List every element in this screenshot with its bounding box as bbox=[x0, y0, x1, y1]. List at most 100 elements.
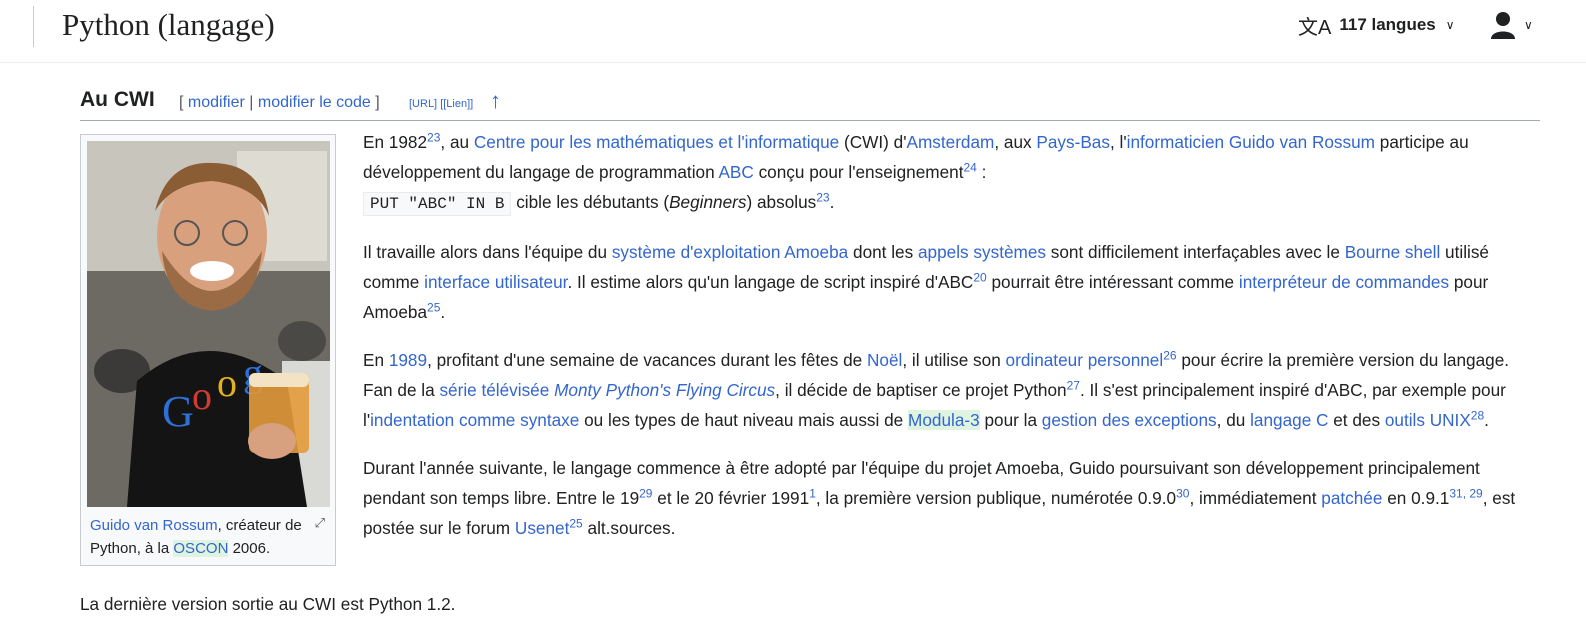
link-exceptions[interactable]: gestion des exceptions bbox=[1042, 410, 1217, 430]
link-langage-c[interactable]: langage C bbox=[1250, 410, 1328, 430]
link-amsterdam[interactable]: Amsterdam bbox=[906, 132, 994, 152]
link-ordinateur[interactable]: ordinateur personnel bbox=[1006, 350, 1164, 370]
text: en 0.9.1 bbox=[1382, 488, 1450, 508]
svg-text:G: G bbox=[162, 387, 194, 436]
text: : bbox=[976, 162, 987, 182]
link-pays-bas[interactable]: Pays-Bas bbox=[1036, 132, 1110, 152]
text: pour la bbox=[979, 410, 1042, 430]
section-heading: Au CWI [ modifier | modifier le code ] [… bbox=[80, 86, 1540, 121]
text: conçu pour l'enseignement bbox=[753, 162, 964, 182]
text: dont les bbox=[848, 242, 918, 262]
text: , aux bbox=[994, 132, 1037, 152]
edit-link[interactable]: modifier bbox=[188, 94, 245, 111]
link-interface-utilisateur[interactable]: interface utilisateur bbox=[424, 272, 567, 292]
ref-link[interactable]: 23 bbox=[427, 130, 440, 144]
ref-link[interactable]: 28 bbox=[1471, 408, 1484, 422]
link-interpreteur[interactable]: interpréteur de commandes bbox=[1239, 272, 1449, 292]
link-guido[interactable]: informaticien Guido van Rossum bbox=[1127, 132, 1375, 152]
mini-links: [URL] [[Lien]] bbox=[409, 98, 473, 110]
link-1989[interactable]: 1989 bbox=[389, 350, 427, 370]
last-paragraph: La dernière version sortie au CWI est Py… bbox=[80, 594, 456, 614]
text: , du bbox=[1216, 410, 1251, 430]
separator: | bbox=[249, 94, 254, 111]
link-appels-systemes[interactable]: appels systèmes bbox=[918, 242, 1046, 262]
ref-link[interactable]: 27 bbox=[1067, 378, 1080, 392]
text: , l' bbox=[1109, 132, 1127, 152]
link-noel[interactable]: Noël bbox=[867, 350, 902, 370]
text: alt.sources. bbox=[582, 518, 676, 538]
text: et le 20 février 1991 bbox=[652, 488, 810, 508]
text: sont difficilement interfaçables avec le bbox=[1046, 242, 1345, 262]
text: ou les types de haut niveau mais aussi d… bbox=[579, 410, 909, 430]
caption-link-guido[interactable]: Guido van Rossum bbox=[90, 517, 218, 534]
text: , la première version publique, numéroté… bbox=[815, 488, 1177, 508]
text: . Il estime alors qu'un langage de scrip… bbox=[567, 272, 974, 292]
svg-text:o: o bbox=[192, 373, 212, 418]
caption-text-end: 2006. bbox=[228, 540, 271, 557]
user-icon bbox=[1491, 12, 1515, 39]
lien-link[interactable]: [[Lien]] bbox=[440, 98, 473, 110]
text: . bbox=[829, 192, 835, 212]
text: . bbox=[1484, 410, 1489, 430]
section-title: Au CWI bbox=[80, 88, 155, 111]
text: pourrait être intéressant comme bbox=[986, 272, 1239, 292]
ref-link[interactable]: 31, 29 bbox=[1449, 486, 1482, 500]
text: , il utilise son bbox=[902, 350, 1006, 370]
chevron-down-icon: ∨ bbox=[1524, 18, 1533, 32]
text: En 1982 bbox=[363, 132, 428, 152]
link-monty-python[interactable]: Monty Python's Flying Circus bbox=[554, 380, 775, 400]
paragraph-1: En 198223, au Centre pour les mathématiq… bbox=[363, 127, 1538, 219]
text: En bbox=[363, 350, 389, 370]
link-unix[interactable]: outils UNIX bbox=[1385, 410, 1471, 430]
paragraph-3: En 1989, profitant d'une semaine de vaca… bbox=[363, 345, 1538, 435]
link-bourne-shell[interactable]: Bourne shell bbox=[1345, 242, 1441, 262]
text: , profitant d'une semaine de vacances du… bbox=[427, 350, 867, 370]
bracket-open: [ bbox=[179, 94, 184, 111]
languages-button[interactable]: 文A 117 langues ∨ bbox=[1298, 10, 1455, 40]
ref-link[interactable]: 25 bbox=[569, 516, 582, 530]
section-content: En 198223, au Centre pour les mathématiq… bbox=[363, 127, 1538, 561]
caption-link-oscon[interactable]: OSCON bbox=[173, 540, 229, 557]
url-link[interactable]: [URL] bbox=[409, 98, 437, 110]
ref-link[interactable]: 25 bbox=[427, 300, 440, 314]
up-arrow-link[interactable]: ↑ bbox=[490, 88, 501, 114]
link-serie[interactable]: série télévisée bbox=[439, 380, 549, 400]
ref-link[interactable]: 1 bbox=[809, 486, 816, 500]
user-menu-button[interactable]: ∨ bbox=[1490, 10, 1533, 40]
link-usenet[interactable]: Usenet bbox=[515, 518, 569, 538]
text: ) absolus bbox=[746, 192, 817, 212]
code-snippet: PUT "ABC" IN B bbox=[363, 192, 512, 216]
ref-link[interactable]: 26 bbox=[1163, 348, 1176, 362]
ref-link[interactable]: 29 bbox=[639, 486, 652, 500]
edit-code-link[interactable]: modifier le code bbox=[258, 94, 371, 111]
text: , il décide de baptiser ce projet Python bbox=[775, 380, 1067, 400]
link-modula-3[interactable]: Modula-3 bbox=[908, 410, 980, 430]
page-title: Python (langage) bbox=[62, 7, 275, 42]
link-cwi[interactable]: Centre pour les mathématiques et l'infor… bbox=[474, 132, 839, 152]
figure-caption: Guido van Rossum, créateur de Python, à … bbox=[90, 514, 330, 560]
ref-link[interactable]: 24 bbox=[963, 160, 976, 174]
text: Il travaille alors dans l'équipe du bbox=[363, 242, 612, 262]
text: . bbox=[440, 302, 446, 322]
svg-text:o: o bbox=[217, 360, 237, 405]
text: et des bbox=[1328, 410, 1385, 430]
emphasis: Beginners bbox=[669, 192, 747, 212]
text: (CWI) d' bbox=[839, 132, 907, 152]
link-patchee[interactable]: patchée bbox=[1321, 488, 1382, 508]
link-abc[interactable]: ABC bbox=[718, 162, 753, 182]
ref-link[interactable]: 30 bbox=[1176, 486, 1189, 500]
text: cible les débutants ( bbox=[511, 192, 670, 212]
paragraph-2: Il travaille alors dans l'équipe du syst… bbox=[363, 237, 1538, 327]
translate-icon: 文A bbox=[1298, 16, 1332, 39]
paragraph-4: Durant l'année suivante, le langage comm… bbox=[363, 453, 1538, 543]
ref-link[interactable]: 23 bbox=[816, 190, 829, 204]
guido-photo[interactable]: G o o g bbox=[87, 141, 330, 507]
thumbnail-figure: G o o g ⤢ Guido van Rossum, créateur de … bbox=[80, 134, 336, 566]
header-divider bbox=[33, 6, 34, 47]
link-amoeba[interactable]: système d'exploitation Amoeba bbox=[612, 242, 848, 262]
edit-section-links: [ modifier | modifier le code ] bbox=[179, 94, 380, 112]
chevron-down-icon: ∨ bbox=[1445, 18, 1455, 32]
bracket-close: ] bbox=[375, 94, 380, 111]
ref-link[interactable]: 20 bbox=[973, 270, 986, 284]
link-indentation[interactable]: indentation comme syntaxe bbox=[370, 410, 579, 430]
